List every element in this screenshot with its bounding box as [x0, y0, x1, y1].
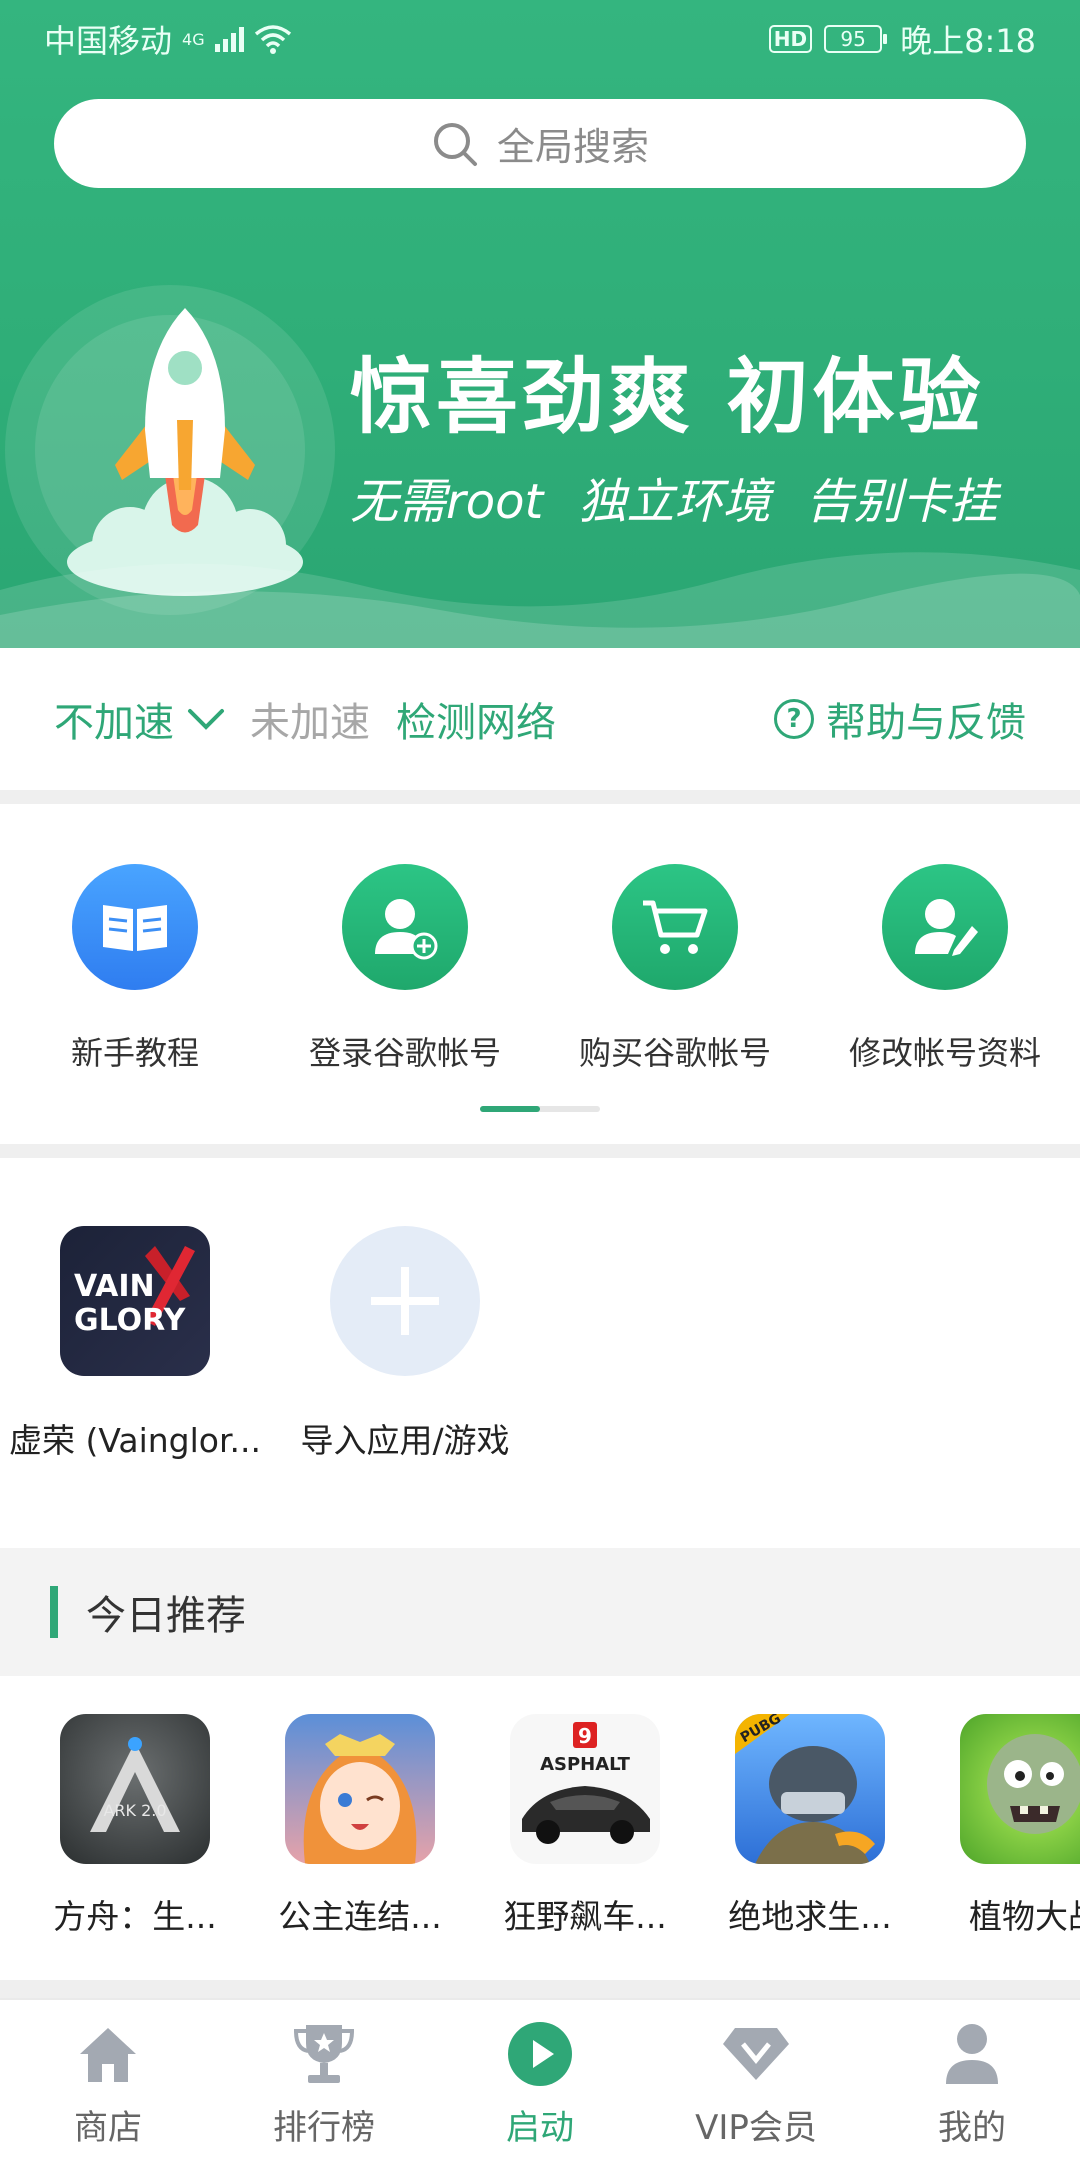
hd-badge: HD — [768, 25, 813, 53]
check-network-link[interactable]: 检测网络 — [396, 690, 556, 748]
nav-store[interactable]: 商店 — [0, 2016, 216, 2149]
plus-icon — [330, 1226, 480, 1376]
svg-text:GLORY: GLORY — [74, 1303, 187, 1338]
acceleration-row: 不加速 未加速 检测网络 ? 帮助与反馈 — [0, 648, 1080, 790]
book-icon — [72, 864, 198, 990]
person-icon — [864, 2016, 1080, 2092]
diamond-icon — [648, 2016, 864, 2092]
section-divider — [0, 1144, 1080, 1158]
svg-text:VAIN: VAIN — [74, 1269, 155, 1304]
app-vainglory[interactable]: VAIN GLORY 虚荣 (Vainglor... — [0, 1226, 270, 1462]
rec-item-ark[interactable]: ARK 2.0 方舟：生... — [35, 1714, 235, 1938]
user-add-icon — [342, 864, 468, 990]
section-divider — [0, 1980, 1080, 1998]
login-google-label: 登录谷歌帐号 — [308, 1034, 501, 1072]
app-label: 虚荣 (Vainglor... — [9, 1421, 261, 1460]
rec-label: 狂野飙车... — [503, 1897, 667, 1936]
trophy-icon — [216, 2016, 432, 2092]
speed-status: 未加速 — [250, 700, 370, 746]
ark-game-icon: ARK 2.0 — [60, 1714, 210, 1864]
header-banner: 中国移动 4G HD 95 晚上8:18 全局搜索 惊喜劲爽 初体验 无需roo… — [0, 0, 1080, 648]
status-time: 晚上8:18 — [900, 22, 1036, 60]
rec-label: 公主连结... — [278, 1897, 442, 1936]
tutorial-button[interactable]: 新手教程 — [0, 864, 270, 1074]
rec-label: 方舟：生... — [53, 1897, 217, 1936]
nav-label: 商店 — [74, 2108, 142, 2148]
svg-text:ARK 2.0: ARK 2.0 — [103, 1801, 166, 1820]
network-type: 4G — [182, 29, 205, 49]
import-app-button[interactable]: 导入应用/游戏 — [270, 1226, 540, 1462]
chevron-down-icon — [188, 709, 224, 730]
wifi-icon — [254, 25, 291, 54]
recommend-list: ARK 2.0 方舟：生... 公主连结... 9 ASPHALT 狂野飙车..… — [0, 1676, 1080, 1980]
user-edit-icon — [882, 864, 1008, 990]
signal-icon — [214, 26, 244, 52]
import-app-label: 导入应用/游戏 — [300, 1421, 510, 1460]
princess-connect-icon — [285, 1714, 435, 1864]
search-icon — [433, 122, 477, 166]
pubg-icon: PUBG — [735, 1714, 885, 1864]
rec-label: 植物大战 — [969, 1897, 1080, 1936]
speed-mode-dropdown[interactable]: 不加速 — [54, 690, 226, 748]
help-label: 帮助与反馈 — [826, 700, 1026, 746]
help-feedback-link[interactable]: ? 帮助与反馈 — [774, 690, 1026, 748]
nav-label: 排行榜 — [273, 2108, 375, 2148]
rec-item-asphalt[interactable]: 9 ASPHALT 狂野飙车... — [485, 1714, 685, 1938]
svg-text:9: 9 — [578, 1724, 592, 1748]
carrier-label: 中国移动 — [44, 22, 173, 60]
search-placeholder: 全局搜索 — [496, 125, 649, 169]
bottom-navigation: 商店 排行榜 启动 VIP会员 我的 — [0, 1998, 1080, 2160]
quick-actions: 新手教程 登录谷歌帐号 购买谷歌帐号 修改帐号资料 — [0, 804, 1080, 1144]
tutorial-label: 新手教程 — [70, 1034, 199, 1072]
nav-vip[interactable]: VIP会员 — [648, 2016, 864, 2149]
login-google-button[interactable]: 登录谷歌帐号 — [270, 864, 540, 1074]
nav-label: 我的 — [938, 2108, 1006, 2148]
vainglory-icon: VAIN GLORY — [60, 1226, 210, 1376]
nav-ranking[interactable]: 排行榜 — [216, 2016, 432, 2149]
battery-indicator: 95 — [824, 25, 888, 53]
banner-title: 惊喜劲爽 初体验 — [350, 350, 985, 445]
nav-label: 启动 — [506, 2108, 574, 2148]
wave-decoration — [0, 552, 1080, 648]
recommend-header: 今日推荐 — [0, 1548, 1080, 1676]
status-bar: 中国移动 4G HD 95 晚上8:18 — [0, 0, 1080, 72]
nav-label: VIP会员 — [695, 2108, 817, 2148]
speed-mode-label: 不加速 — [54, 700, 174, 746]
installed-apps: VAIN GLORY 虚荣 (Vainglor... 导入应用/游戏 — [0, 1158, 1080, 1548]
pvz-icon — [960, 1714, 1080, 1864]
rec-item-pvz[interactable]: 植物大战 — [935, 1714, 1080, 1938]
cart-icon — [612, 864, 738, 990]
rec-label: 绝地求生... — [728, 1897, 892, 1936]
buy-google-button[interactable]: 购买谷歌帐号 — [540, 864, 810, 1074]
edit-profile-button[interactable]: 修改帐号资料 — [810, 864, 1080, 1074]
buy-google-label: 购买谷歌帐号 — [578, 1034, 771, 1072]
page-indicator — [480, 1106, 600, 1112]
edit-profile-label: 修改帐号资料 — [848, 1034, 1041, 1072]
recommend-title: 今日推荐 — [86, 1593, 246, 1639]
svg-text:ASPHALT: ASPHALT — [540, 1754, 631, 1775]
search-bar[interactable]: 全局搜索 — [54, 99, 1026, 188]
nav-launch[interactable]: 启动 — [432, 2016, 648, 2149]
asphalt-icon: 9 ASPHALT — [510, 1714, 660, 1864]
rec-item-pubg[interactable]: PUBG 绝地求生... — [710, 1714, 910, 1938]
play-icon — [432, 2016, 648, 2092]
section-divider — [0, 790, 1080, 804]
nav-mine[interactable]: 我的 — [864, 2016, 1080, 2149]
question-icon: ? — [774, 699, 814, 739]
banner-subtitle: 无需root 独立环境 告别卡挂 — [350, 474, 998, 530]
home-icon — [0, 2016, 216, 2092]
accent-bar — [50, 1586, 58, 1638]
rec-item-princess[interactable]: 公主连结... — [260, 1714, 460, 1938]
